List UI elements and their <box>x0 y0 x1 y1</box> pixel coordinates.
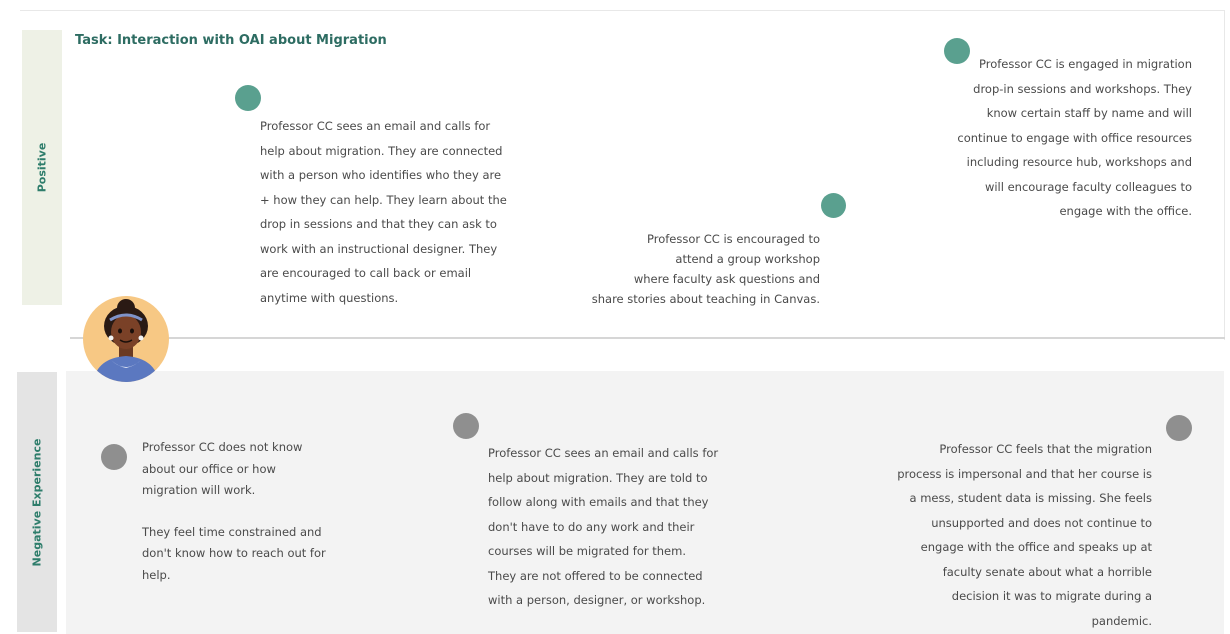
note-line: They are not offered to be connected <box>488 568 703 583</box>
note-line: with a person who identifies who they ar… <box>260 168 502 182</box>
frame-border-right <box>1224 10 1225 340</box>
positive-lane-label-text: Positive <box>35 142 49 193</box>
note-line: + how they can help. They learn about th… <box>260 192 507 207</box>
note-line: help about migration. They are connected <box>260 143 503 158</box>
positive-note-2: Professor CC is encouraged to attend a gr… <box>592 229 820 309</box>
note-line: know certain staff by name and will <box>986 106 1192 120</box>
note-line: attend a group workshop <box>675 252 820 266</box>
note-line: where faculty ask questions and <box>633 272 820 286</box>
negative-point-3 <box>1166 415 1192 441</box>
note-line: Professor CC sees an email and calls for <box>488 446 719 460</box>
negative-lane-label-text: Negative Experience <box>30 438 44 566</box>
note-line: don't have to do any work and their <box>488 519 695 534</box>
lane-divider <box>70 337 1225 339</box>
note-line: anytime with questions. <box>260 290 399 305</box>
note-line: unsupported and does not continue to <box>931 515 1152 530</box>
note-line: help. <box>142 567 171 582</box>
note-line: help about migration. They are told to <box>488 470 708 485</box>
note-line: faculty senate about what a horrible <box>942 564 1152 579</box>
note-line: with a person, designer, or workshop. <box>488 593 706 607</box>
negative-point-2 <box>453 413 479 439</box>
negative-note-3: Professor CC feels that the migration pro… <box>897 437 1152 633</box>
negative-lane-label: Negative Experience <box>17 372 57 632</box>
note-line: courses will be migrated for them. <box>488 544 686 558</box>
note-line: will encourage faculty colleagues to <box>984 179 1192 194</box>
note-line: pandemic. <box>1091 613 1152 628</box>
note-line: don't know how to reach out for <box>142 546 326 560</box>
note-line: Professor CC sees an email and calls for <box>260 119 491 133</box>
note-line: including resource hub, workshops and <box>966 155 1192 169</box>
note-line: Professor CC feels that the migration <box>939 442 1152 456</box>
note-line: a mess, student data is missing. She fee… <box>909 491 1152 505</box>
negative-note-1: Professor CC does not know about our offi… <box>142 437 326 586</box>
note-line: Professor CC does not know <box>142 440 303 454</box>
note-line: follow along with emails and that they <box>488 495 709 509</box>
positive-note-3: Professor CC is engaged in migration drop… <box>957 52 1192 224</box>
persona-avatar-icon <box>83 296 169 382</box>
negative-point-1 <box>101 444 127 470</box>
note-line: engage with the office. <box>1059 204 1192 218</box>
negative-note-2: Professor CC sees an email and calls for… <box>488 441 718 613</box>
note-line: decision it was to migrate during a <box>951 589 1152 603</box>
positive-lane-label: Positive <box>22 30 62 305</box>
note-line: migration will work. <box>142 483 256 497</box>
note-line: They feel time constrained and <box>142 524 322 539</box>
note-line: engage with the office and speaks up at <box>920 540 1152 554</box>
note-line: share stories about teaching in Canvas. <box>591 292 820 306</box>
note-line: drop-in sessions and workshops. They <box>973 81 1192 96</box>
note-line: process is impersonal and that her cours… <box>897 466 1152 481</box>
note-line: are encouraged to call back or email <box>260 266 472 280</box>
positive-point-1 <box>235 85 261 111</box>
note-line: Professor CC is encouraged to <box>647 232 820 246</box>
positive-note-1: Professor CC sees an email and calls for… <box>260 114 507 310</box>
frame-border-top <box>20 10 1225 11</box>
note-line: about our office or how <box>142 461 276 476</box>
note-line: drop in sessions and that they can ask t… <box>260 217 497 231</box>
note-line: work with an instructional designer. The… <box>260 241 498 256</box>
note-line: continue to engage with office resources <box>957 130 1192 145</box>
positive-point-2 <box>821 193 846 218</box>
task-title: Task: Interaction with OAI about Migrati… <box>75 33 387 48</box>
note-line: Professor CC is engaged in migration <box>978 57 1192 71</box>
